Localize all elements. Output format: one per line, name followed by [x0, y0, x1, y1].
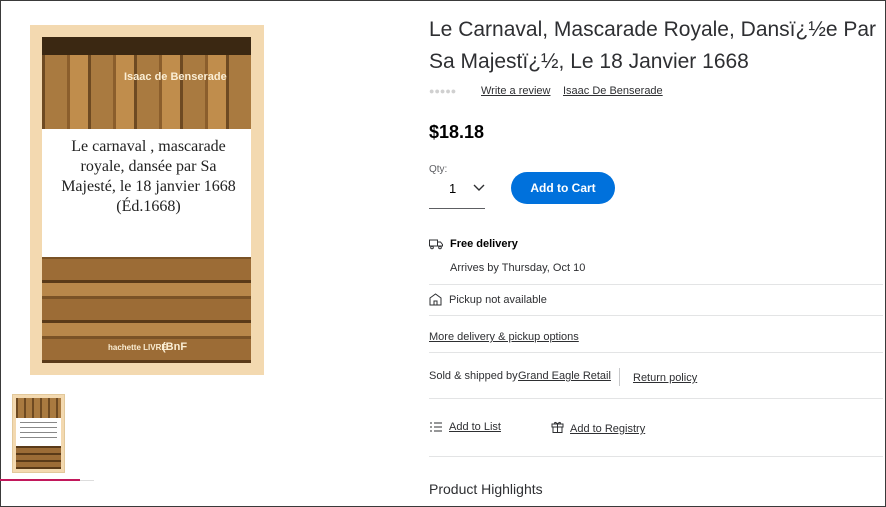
cover-books-top: [42, 37, 251, 129]
thumbnail-selected-indicator: [0, 479, 80, 481]
delivery-title: Free delivery: [450, 238, 518, 250]
add-to-cart-button[interactable]: Add to Cart: [511, 172, 615, 204]
cover-library: (BnF: [162, 341, 188, 353]
cover-title-line: (Éd.1668): [116, 198, 181, 215]
chevron-down-icon[interactable]: [472, 180, 486, 199]
author-link[interactable]: Isaac De Benserade: [563, 85, 663, 97]
write-review-link[interactable]: Write a review: [481, 85, 550, 97]
thumbnail-track: [80, 480, 94, 481]
product-price: $18.18: [429, 122, 485, 142]
cover-publisher: hachette LIVRE: [108, 343, 167, 352]
quantity-label: Qty:: [429, 164, 448, 175]
star-icon: ●: [450, 86, 457, 96]
thumbnail-title-lines: [20, 422, 57, 442]
cover-title-line: Majesté, le 18 janvier 1668: [61, 178, 236, 195]
divider: [429, 456, 883, 457]
delivery-date: Arrives by Thursday, Oct 10: [450, 262, 586, 274]
truck-icon: [429, 237, 443, 255]
product-image-main[interactable]: Isaac de Benserade Le carnaval , mascara…: [30, 25, 264, 375]
quantity-underline: [429, 208, 485, 209]
list-icon[interactable]: [430, 420, 442, 438]
product-thumbnail[interactable]: [12, 394, 65, 473]
rating-stars: ●●●●●: [429, 86, 456, 96]
divider: [429, 352, 883, 353]
divider: [429, 315, 883, 316]
cover-title-line: Le carnaval , mascarade: [71, 138, 226, 155]
thumbnail-cover: [16, 398, 61, 469]
cover-title-line: royale, dansée par Sa: [80, 158, 217, 175]
add-to-registry-link[interactable]: Add to Registry: [570, 423, 645, 435]
return-policy-link[interactable]: Return policy: [633, 372, 697, 384]
thumbnail-books-top: [16, 398, 61, 418]
product-highlights-heading: Product Highlights: [429, 481, 543, 497]
product-title: Le Carnaval, Mascarade Royale, Dansï¿½e …: [429, 18, 877, 73]
more-delivery-options-link[interactable]: More delivery & pickup options: [429, 331, 579, 343]
cover-title-panel: Le carnaval , mascarade royale, dansée p…: [42, 129, 251, 257]
store-icon: [429, 293, 442, 311]
quantity-select[interactable]: 1: [449, 181, 456, 196]
pickup-status: Pickup not available: [449, 294, 547, 306]
divider: [429, 284, 883, 285]
thumbnail-books-bottom: [16, 446, 61, 469]
gift-icon[interactable]: [551, 420, 564, 438]
divider: [429, 398, 883, 399]
vertical-divider: [619, 368, 620, 386]
add-to-list-link[interactable]: Add to List: [449, 421, 501, 433]
seller-link[interactable]: Grand Eagle Retail: [518, 370, 611, 382]
sold-by-label: Sold & shipped by: [429, 370, 518, 382]
cover-author: Isaac de Benserade: [124, 71, 227, 83]
book-cover: Isaac de Benserade Le carnaval , mascara…: [42, 37, 251, 363]
